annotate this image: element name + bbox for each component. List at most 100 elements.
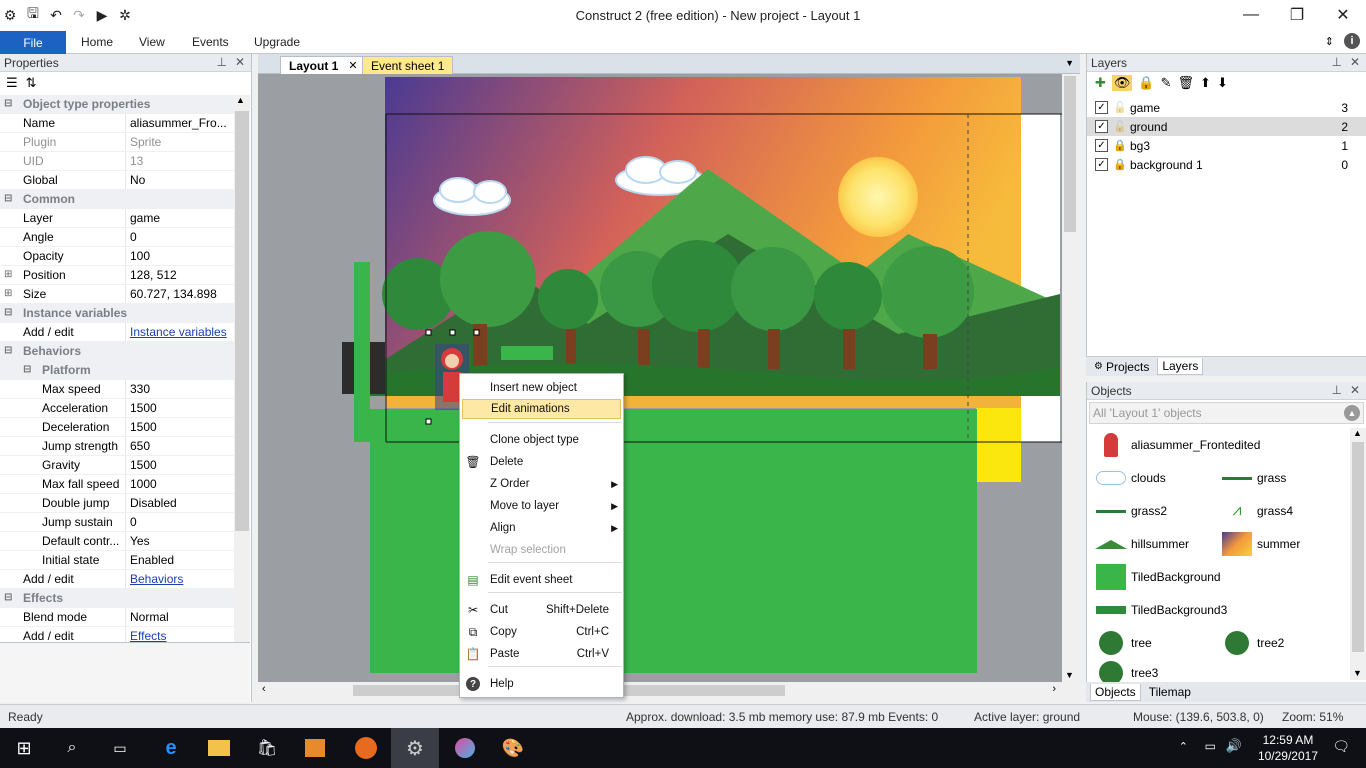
property-row[interactable]: Double jump Disabled (0, 494, 234, 513)
move-up-arrow-icon[interactable]: ⬆ (1200, 75, 1211, 91)
tab-close-icon[interactable]: ✕ (348, 59, 357, 72)
menu-item-z-order[interactable]: Z Order ▶ (460, 474, 623, 494)
file-explorer-icon[interactable] (195, 728, 243, 768)
scroll-down-icon[interactable]: ▼ (1065, 670, 1074, 680)
edge-browser-icon[interactable]: e (147, 728, 195, 768)
property-row[interactable]: Add / edit Instance variables (0, 323, 234, 342)
property-row[interactable]: Plugin Sprite (0, 133, 234, 152)
edit-pencil-icon[interactable]: ✎ (1161, 75, 1172, 91)
object-item[interactable]: tree2 (1221, 630, 1284, 656)
tab-projects[interactable]: ⚙ Projects (1090, 359, 1153, 375)
collapse-icon[interactable]: ⊟ (4, 307, 12, 318)
property-value[interactable]: 1500 (130, 458, 157, 472)
property-link[interactable]: Behaviors (130, 572, 183, 586)
tab-event-sheet-1[interactable]: Event sheet 1 (362, 56, 454, 74)
property-value[interactable]: No (130, 173, 145, 187)
move-down-arrow-icon[interactable]: ⬇ (1217, 75, 1228, 91)
menu-item-delete[interactable]: 🗑 Delete (460, 452, 623, 472)
object-item[interactable]: tree3 (1095, 660, 1158, 682)
property-row[interactable]: ⊞ Position 128, 512 (0, 266, 234, 285)
property-value[interactable]: 60.727, 134.898 (130, 287, 217, 301)
color-app-icon[interactable] (441, 728, 489, 768)
property-row[interactable]: Jump sustain 0 (0, 513, 234, 532)
delete-trash-icon[interactable]: 🗑 (1178, 75, 1195, 91)
menu-item-paste[interactable]: 📋 Paste Ctrl+V (460, 644, 623, 664)
property-value[interactable]: 0 (130, 230, 137, 244)
object-item[interactable]: TiledBackground3 (1095, 597, 1227, 623)
lock-icon[interactable]: 🔒 (1138, 75, 1154, 91)
pin-icon[interactable]: ⊥ (1331, 55, 1341, 69)
tab-objects[interactable]: Objects (1090, 683, 1141, 701)
visibility-eye-icon[interactable]: 👁 (1111, 75, 1133, 91)
tab-tilemap[interactable]: Tilemap (1145, 684, 1195, 700)
property-value[interactable]: aliasummer_Fro... (130, 116, 227, 130)
property-value[interactable]: Disabled (130, 496, 177, 510)
property-row[interactable]: Add / edit Behaviors (0, 570, 234, 589)
unlock-icon[interactable]: 🔓 (1113, 101, 1127, 114)
volume-icon[interactable]: 🔊 (1226, 738, 1242, 754)
property-value[interactable]: 1500 (130, 401, 157, 415)
property-row[interactable]: Opacity 100 (0, 247, 234, 266)
property-row[interactable]: Initial state Enabled (0, 551, 234, 570)
pin-icon[interactable]: ⊥ (216, 55, 226, 69)
property-section[interactable]: ⊟ Platform (0, 361, 234, 380)
menu-item-edit-animations[interactable]: Edit animations (462, 399, 621, 419)
property-row[interactable]: Default contr... Yes (0, 532, 234, 551)
property-value[interactable]: Normal (130, 610, 169, 624)
property-value[interactable]: Sprite (130, 135, 161, 149)
property-row[interactable]: Jump strength 650 (0, 437, 234, 456)
network-icon[interactable]: ▭ (1205, 739, 1216, 753)
menu-item-align[interactable]: Align ▶ (460, 518, 623, 538)
menu-item-copy[interactable]: ⧉ Copy Ctrl+C (460, 622, 623, 642)
property-value[interactable]: game (130, 211, 160, 225)
tab-home[interactable]: Home (81, 35, 113, 49)
info-icon[interactable]: i (1344, 33, 1360, 49)
property-value[interactable]: 650 (130, 439, 150, 453)
layout-horizontal-scrollbar[interactable]: ‹ › (258, 682, 1062, 699)
collapse-icon[interactable]: ⊟ (4, 592, 12, 603)
object-item[interactable]: TiledBackground (1095, 564, 1221, 590)
unlock-icon[interactable]: 🔓 (1113, 120, 1127, 133)
tab-layers[interactable]: Layers (1157, 358, 1204, 375)
close-icon[interactable]: ✕ (1320, 0, 1366, 30)
panel-close-icon[interactable]: ✕ (1350, 55, 1360, 69)
layer-row[interactable]: ✓ 🔒 background 1 0 (1087, 155, 1366, 174)
tray-chevron-up-icon[interactable]: ⌃ (1179, 740, 1188, 753)
object-item[interactable]: grass2 (1095, 498, 1167, 524)
property-row[interactable]: Deceleration 1500 (0, 418, 234, 437)
layer-visible-checkbox[interactable]: ✓ (1095, 158, 1108, 171)
collapse-icon[interactable]: ⊟ (23, 364, 31, 375)
task-view-icon[interactable]: ▭ (96, 728, 144, 768)
property-row[interactable]: Acceleration 1500 (0, 399, 234, 418)
property-row[interactable]: Angle 0 (0, 228, 234, 247)
menu-item-edit-event-sheet[interactable]: ▤ Edit event sheet (460, 570, 623, 590)
collapse-icon[interactable]: ⊟ (4, 193, 12, 204)
paint-icon[interactable]: 🎨 (489, 728, 537, 768)
properties-scrollbar[interactable]: ▲ ▼ (234, 95, 250, 691)
layout-vertical-scrollbar[interactable]: ▼ (1062, 74, 1078, 682)
ribbon-collapse-icon[interactable]: ⇕ (1325, 35, 1334, 48)
collapse-icon[interactable]: ⊟ (4, 345, 12, 356)
property-section[interactable]: ⊟ Instance variables (0, 304, 234, 323)
expand-icon[interactable]: ⊞ (4, 269, 12, 280)
object-item[interactable]: summer (1221, 531, 1300, 557)
property-row[interactable]: Global No (0, 171, 234, 190)
layer-visible-checkbox[interactable]: ✓ (1095, 101, 1108, 114)
scroll-up-icon[interactable]: ▲ (236, 95, 245, 105)
scroll-right-icon[interactable]: › (1052, 683, 1056, 695)
layer-visible-checkbox[interactable]: ✓ (1095, 139, 1108, 152)
object-item[interactable]: grass (1221, 465, 1286, 491)
object-item[interactable]: ⩘ grass4 (1221, 498, 1293, 524)
menu-item-help[interactable]: ? Help (460, 674, 623, 694)
layer-visible-checkbox[interactable]: ✓ (1095, 120, 1108, 133)
object-item[interactable]: hillsummer (1095, 531, 1189, 557)
vertical-scroll-thumb[interactable] (1064, 76, 1076, 232)
media-player-icon[interactable] (291, 728, 339, 768)
property-row[interactable]: Gravity 1500 (0, 456, 234, 475)
notification-icon[interactable]: 🗨 (1332, 738, 1350, 755)
add-layer-icon[interactable]: ✚ (1095, 75, 1106, 91)
store-icon[interactable]: 🛍 (243, 728, 291, 768)
property-row[interactable]: Max speed 330 (0, 380, 234, 399)
menu-item-insert-new-object[interactable]: Insert new object (460, 378, 623, 398)
property-section[interactable]: ⊟ Effects (0, 589, 234, 608)
